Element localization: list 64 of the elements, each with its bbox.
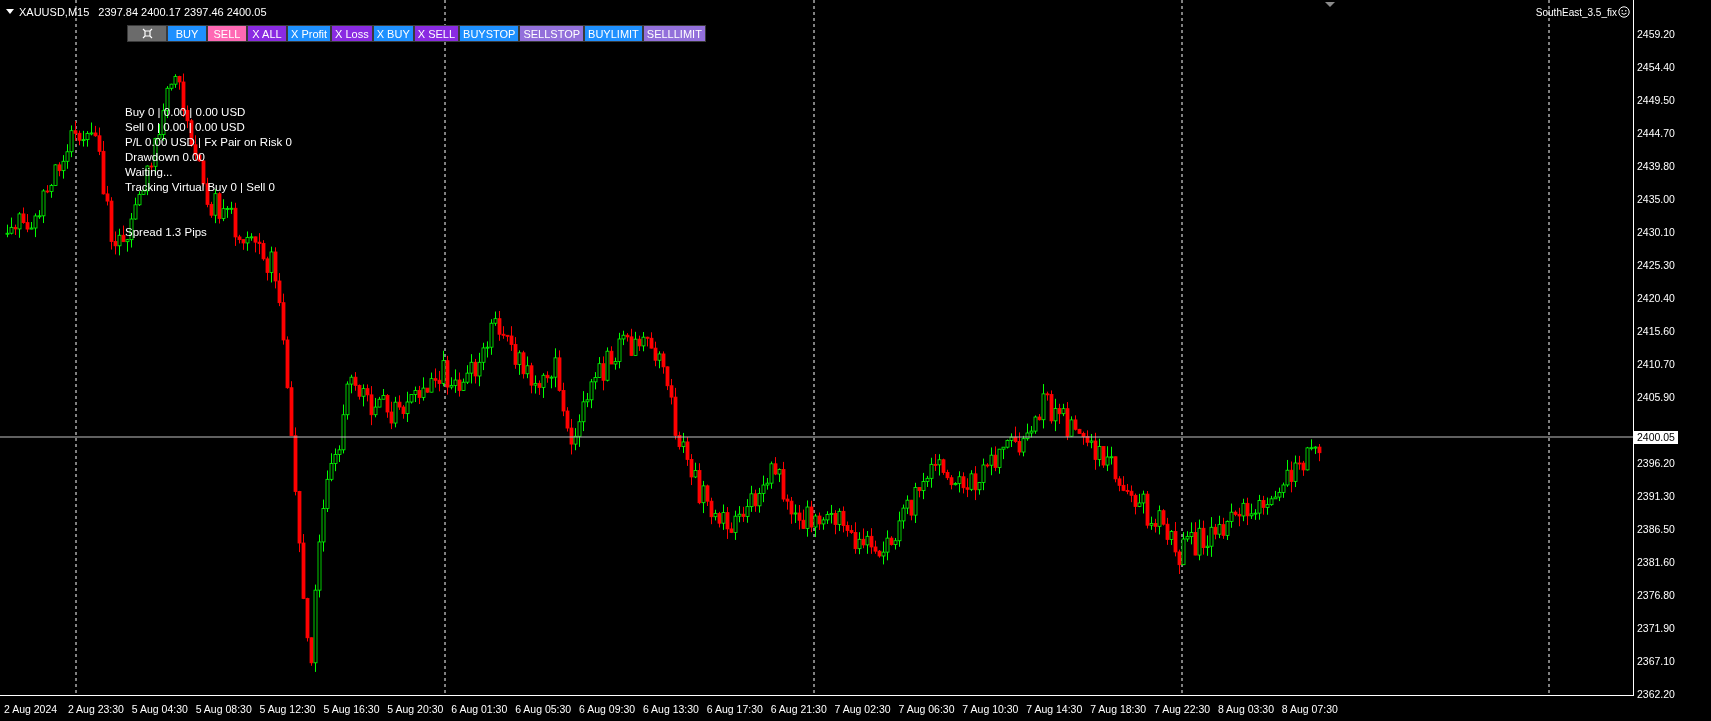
time-label: 5 Aug 20:30	[387, 702, 445, 715]
spread-text: Spread 1.3 Pips	[125, 225, 207, 240]
time-label: 5 Aug 04:30	[131, 702, 189, 715]
crosshair-button[interactable]	[127, 25, 167, 42]
smiley-icon	[1618, 6, 1630, 18]
time-label: 6 Aug 01:30	[451, 702, 509, 715]
price-label: 2376.80	[1637, 588, 1675, 603]
price-label: 2444.70	[1637, 126, 1675, 141]
price-label: 2410.70	[1637, 357, 1675, 372]
time-label: 6 Aug 17:30	[706, 702, 764, 715]
frame-icon	[141, 28, 153, 39]
price-label: 2430.10	[1637, 225, 1675, 240]
ohlc-values: 2397.84 2400.17 2397.46 2400.05	[98, 6, 267, 18]
price-label: 2391.30	[1637, 489, 1675, 504]
time-label: 8 Aug 03:30	[1217, 702, 1275, 715]
price-label: 2371.90	[1637, 621, 1675, 636]
trade-button[interactable]: X ALL	[247, 25, 287, 42]
trade-button[interactable]: X SELL	[413, 25, 460, 42]
time-label: 6 Aug 21:30	[770, 702, 828, 715]
expert-name: SouthEast_3.5_fix	[1535, 6, 1617, 18]
current-price-tag: 2400.05	[1634, 431, 1678, 444]
info-line: Waiting...	[125, 165, 173, 180]
time-label: 7 Aug 06:30	[898, 702, 956, 715]
time-label: 7 Aug 02:30	[834, 702, 892, 715]
trade-button[interactable]: SELL	[207, 25, 247, 42]
time-label: 7 Aug 18:30	[1090, 702, 1148, 715]
trade-button[interactable]: BUY	[167, 25, 207, 42]
price-label: 2386.50	[1637, 522, 1675, 537]
time-label: 6 Aug 09:30	[579, 702, 637, 715]
price-label: 2454.40	[1637, 60, 1675, 75]
time-label: 5 Aug 08:30	[195, 702, 253, 715]
price-label: 2405.90	[1637, 390, 1675, 405]
trade-button[interactable]: BUYSTOP	[459, 25, 520, 42]
dropdown-icon[interactable]	[6, 9, 14, 15]
time-label: 6 Aug 05:30	[515, 702, 573, 715]
price-label: 2425.30	[1637, 258, 1675, 273]
trade-button[interactable]: BUYLIMIT	[584, 25, 643, 42]
time-label: 5 Aug 12:30	[259, 702, 317, 715]
price-label: 2367.10	[1637, 654, 1675, 669]
price-label: 2449.50	[1637, 93, 1675, 108]
time-label: 7 Aug 10:30	[962, 702, 1020, 715]
info-line: Sell 0 | 0.00 | 0.00 USD	[125, 120, 245, 135]
time-label: 7 Aug 22:30	[1154, 702, 1212, 715]
price-label: 2439.80	[1637, 159, 1675, 174]
time-label: 2 Aug 2024	[4, 702, 59, 715]
trade-button[interactable]: SELLSTOP	[519, 25, 585, 42]
trade-button[interactable]: SELLLIMIT	[642, 25, 706, 42]
symbol-label: XAUUSD,M15	[19, 6, 90, 18]
time-label: 6 Aug 13:30	[642, 702, 700, 715]
trade-button[interactable]: X Profit	[287, 25, 332, 42]
price-label: 2420.40	[1637, 291, 1675, 306]
time-label: 7 Aug 14:30	[1026, 702, 1084, 715]
price-label: 2381.60	[1637, 555, 1675, 570]
trade-button[interactable]: X BUY	[372, 25, 414, 42]
price-label: 2435.00	[1637, 192, 1675, 207]
time-label: 2 Aug 23:30	[67, 702, 125, 715]
trade-button[interactable]: X Loss	[331, 25, 373, 42]
shift-marker-icon[interactable]	[1325, 2, 1335, 7]
price-label: 2396.20	[1637, 456, 1675, 471]
time-label: 5 Aug 16:30	[323, 702, 381, 715]
price-label: 2459.20	[1637, 27, 1675, 42]
price-label: 2415.60	[1637, 324, 1675, 339]
time-label: 8 Aug 07:30	[1281, 702, 1339, 715]
price-label: 2362.20	[1637, 687, 1675, 702]
